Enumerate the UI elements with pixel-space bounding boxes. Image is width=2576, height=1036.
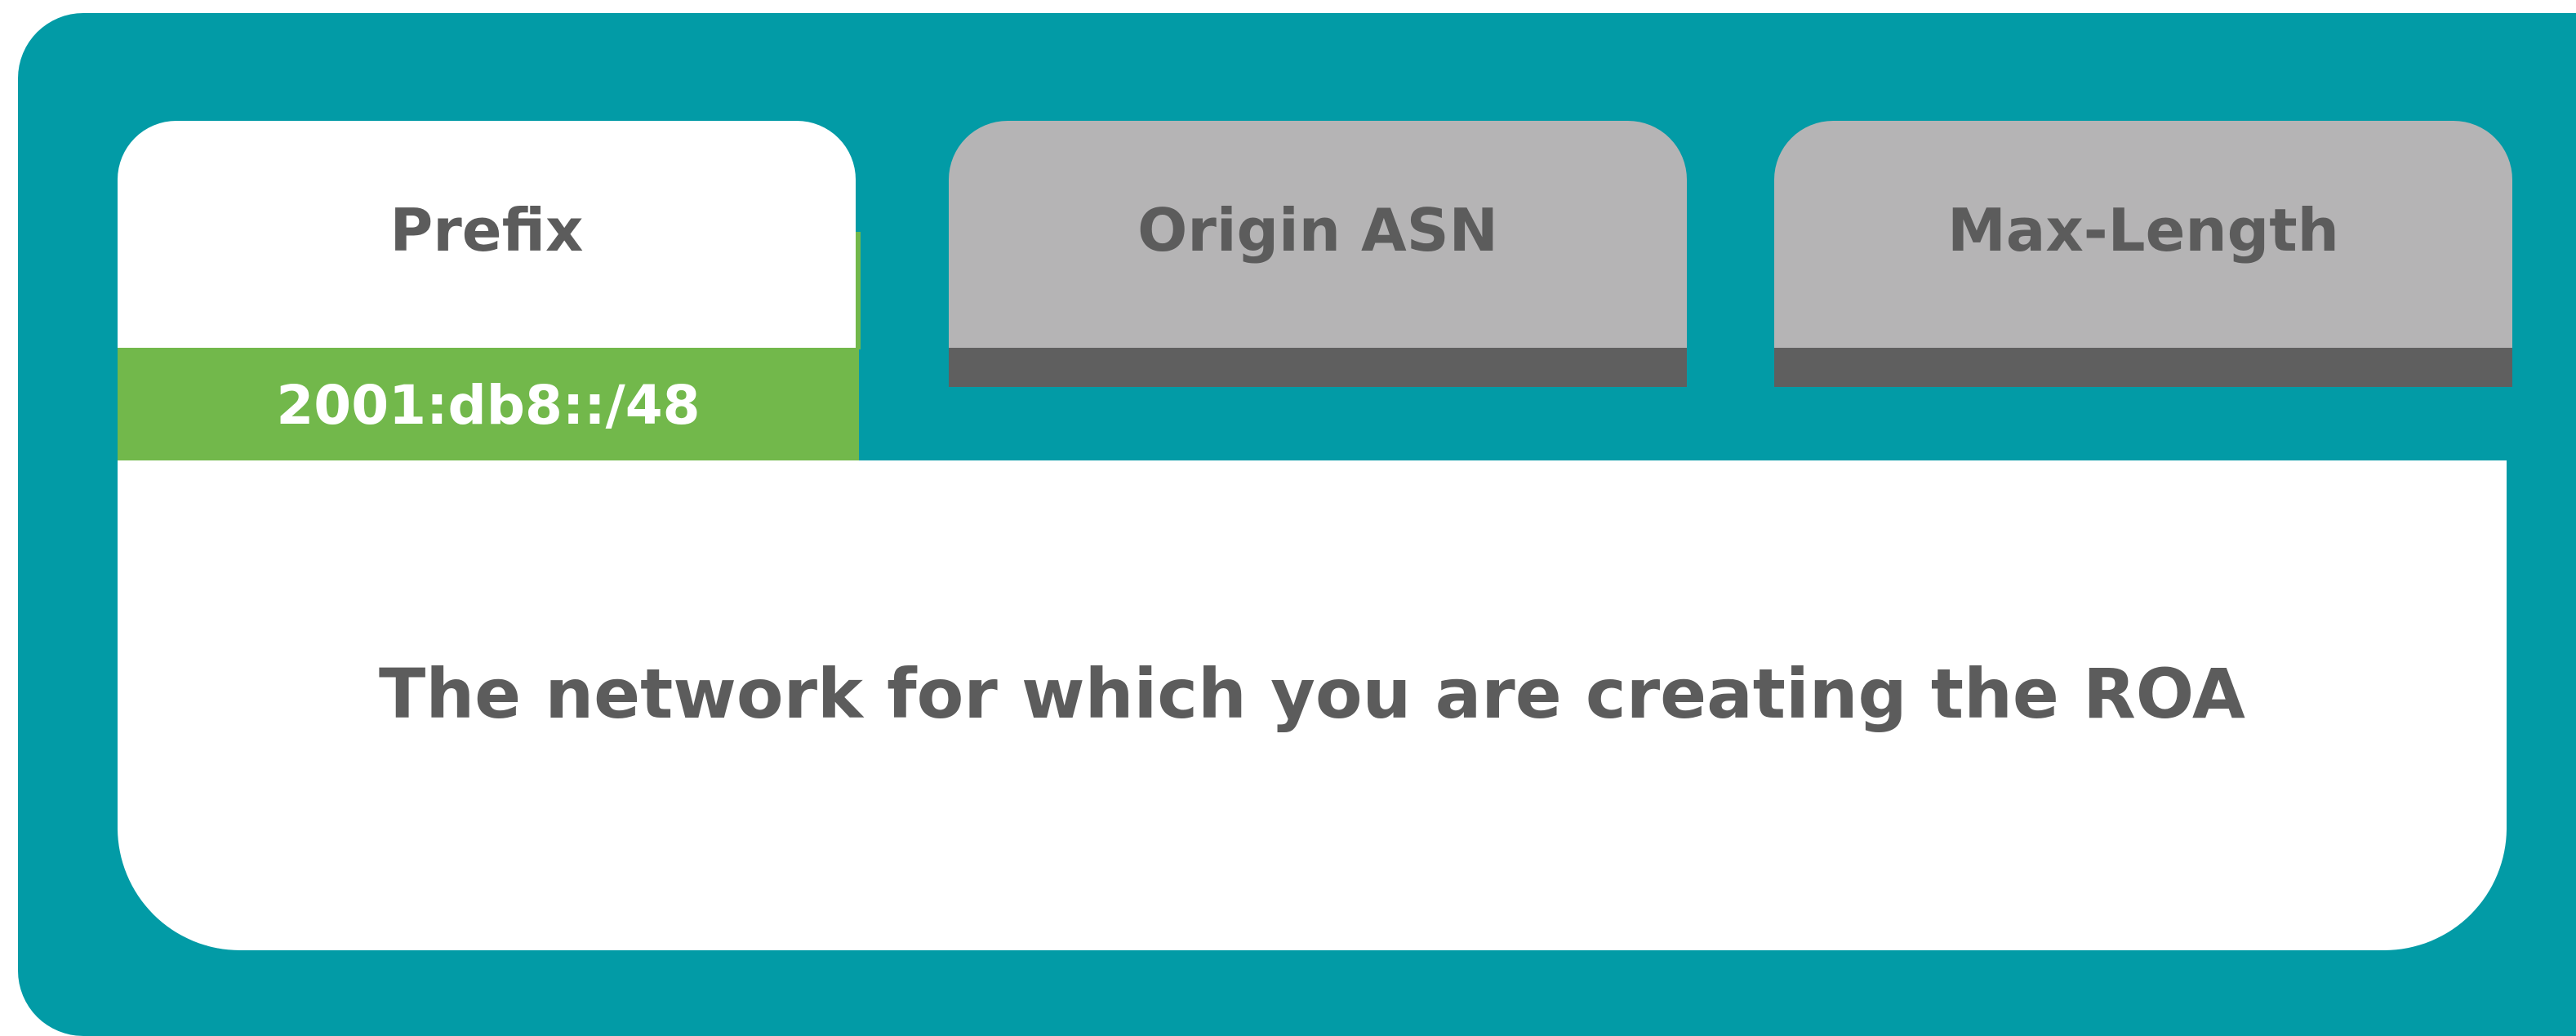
tab-origin-asn-underline: [949, 348, 1687, 387]
field-description: The network for which you are creating t…: [379, 654, 2245, 734]
tab-origin-asn[interactable]: Origin ASN: [949, 121, 1687, 349]
tab-prefix[interactable]: Prefix: [118, 121, 856, 349]
tab-max-length[interactable]: Max-Length: [1774, 121, 2512, 349]
tab-max-length-label: Max-Length: [1947, 196, 2339, 265]
tab-prefix-label: Prefix: [389, 196, 584, 265]
prefix-value: 2001:db8::/48: [118, 348, 859, 462]
tab-content-panel: The network for which you are creating t…: [118, 460, 2507, 950]
tab-origin-asn-label: Origin ASN: [1137, 196, 1498, 265]
tab-max-length-underline: [1774, 348, 2512, 387]
active-tab-edge: [856, 232, 861, 349]
